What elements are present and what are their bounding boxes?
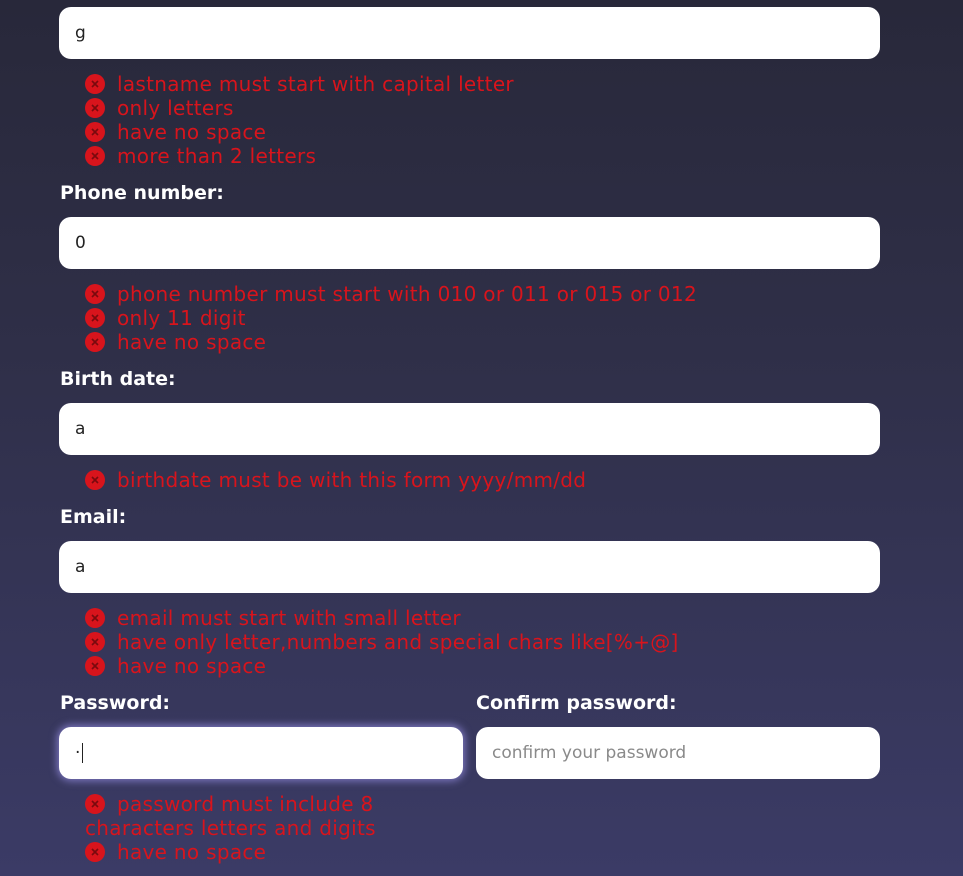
lastname-input[interactable]: g [59,7,880,59]
phone-error-prefix: phone number must start with 010 or 011 … [85,282,697,306]
error-x-icon [85,74,105,94]
email-error-chars: have only letter,numbers and special cha… [85,630,679,654]
birthdate-error-format: birthdate must be with this form yyyy/mm… [85,468,586,492]
error-x-icon [85,284,105,304]
password-error-length-cont: characters letters and digits [85,816,376,840]
confirm-password-input[interactable]: confirm your password [476,727,880,779]
lastname-error-letters: only letters [85,96,234,120]
error-x-icon [85,608,105,628]
error-x-icon [85,332,105,352]
birthdate-label: Birth date: [60,368,176,390]
confirm-password-placeholder: confirm your password [492,743,687,763]
lastname-error-space: have no space [85,120,266,144]
password-label: Password: [60,692,171,714]
birthdate-value: a [75,419,86,439]
error-x-icon [85,842,105,862]
error-x-icon [85,146,105,166]
phone-value: 0 [75,233,86,253]
lastname-error-length: more than 2 letters [85,144,316,168]
lastname-value: g [75,23,86,43]
lastname-error-capital: lastname must start with capital letter [85,72,514,96]
email-value: a [75,557,86,577]
password-value: · [75,743,81,763]
email-label: Email: [60,506,127,528]
error-x-icon [85,470,105,490]
phone-label: Phone number: [60,182,224,204]
password-error-space: have no space [85,840,266,864]
phone-error-space: have no space [85,330,266,354]
phone-input[interactable]: 0 [59,217,880,269]
error-x-icon [85,794,105,814]
confirm-password-label: Confirm password: [476,692,677,714]
phone-error-digits: only 11 digit [85,306,246,330]
error-x-icon [85,308,105,328]
error-x-icon [85,656,105,676]
error-x-icon [85,98,105,118]
password-error-length: password must include 8 [85,792,374,816]
text-caret [82,743,84,763]
error-x-icon [85,122,105,142]
password-input[interactable]: · [59,727,463,779]
email-error-start: email must start with small letter [85,606,461,630]
email-error-space: have no space [85,654,266,678]
error-x-icon [85,632,105,652]
email-input[interactable]: a [59,541,880,593]
birthdate-input[interactable]: a [59,403,880,455]
